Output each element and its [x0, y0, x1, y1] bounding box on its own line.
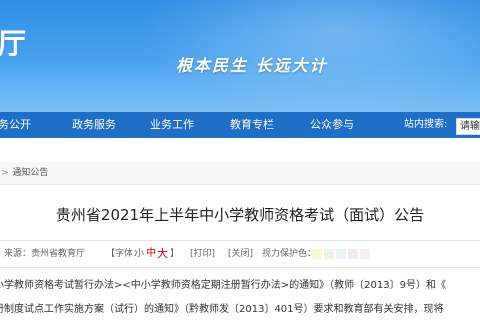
nav-item-business-work[interactable]: 业务工作 — [150, 112, 194, 138]
font-size-suffix: 】 — [170, 249, 180, 259]
main-nav: 务公开 政务服务 业务工作 教育专栏 公众参与 站内搜索: 请输 — [0, 112, 480, 138]
print-button[interactable]: [打印] — [190, 241, 215, 267]
close-button[interactable]: [关闭] — [228, 241, 253, 267]
search-input[interactable]: 请输 — [456, 118, 480, 135]
header-banner: 厅 根本民生 长远大计 — [0, 0, 480, 112]
font-small-button[interactable]: 小 — [135, 241, 144, 267]
site-brand[interactable]: 厅 — [0, 22, 27, 62]
eye-color-swatch[interactable] — [336, 249, 346, 259]
eye-color-swatch[interactable] — [360, 249, 370, 259]
nav-item-gov-affairs-open[interactable]: 务公开 — [0, 112, 31, 138]
nav-item-gov-services[interactable]: 政务服务 — [72, 112, 116, 138]
banner-slogan: 根本民生 长远大计 — [176, 56, 328, 75]
nav-item-public-participation[interactable]: 公众参与 — [310, 112, 354, 138]
eye-color-swatch[interactable] — [324, 249, 334, 259]
search-label: 站内搜索: — [404, 119, 448, 130]
breadcrumb-current[interactable]: 通知公告 — [12, 168, 48, 178]
article-title: 贵州省2021年上半年中小学教师资格考试（面试）公告 — [55, 206, 425, 224]
font-medium-button[interactable]: 中 — [146, 241, 156, 267]
font-large-button[interactable]: 大 — [157, 241, 168, 267]
eye-care-label: 视力保护色： — [262, 249, 317, 259]
eye-color-swatch[interactable] — [312, 249, 322, 259]
article-meta: 来源：贵州省教育厅 【字体： 小 中 大 】 [打印] [关闭] 视力保护色： — [0, 240, 480, 268]
eye-color-swatch[interactable] — [348, 249, 358, 259]
breadcrumb-separator: > — [1, 168, 9, 178]
nav-item-education-column[interactable]: 教育专栏 — [230, 112, 274, 138]
breadcrumb: > 通知公告 — [0, 162, 480, 185]
article-source: 来源：贵州省教育厅 — [4, 249, 86, 259]
article-body-line: 小学教师资格考试暂行办法><中小学教师资格定期注册暂行办法>的通知》（教师〔20… — [0, 280, 446, 291]
article-body-line: 册制度试点工作实施方案（试行）的通知》（黔教师发〔2013〕401号）要求和教育… — [0, 304, 444, 315]
